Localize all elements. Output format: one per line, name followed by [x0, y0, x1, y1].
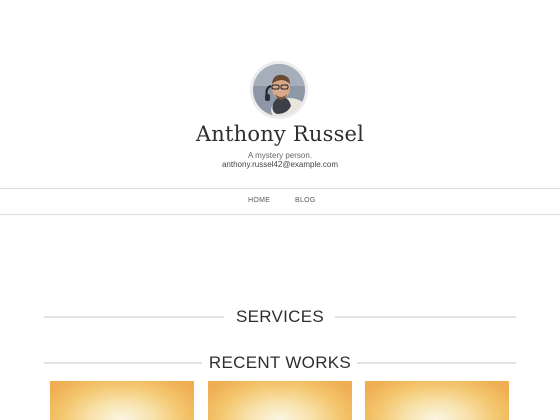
- profile-name: Anthony Russel: [195, 122, 365, 146]
- services-heading: SERVICES: [44, 305, 516, 329]
- work-thumbnail[interactable]: [50, 381, 194, 420]
- profile-email: anthony.russel42@example.com: [221, 160, 339, 169]
- divider-right: [357, 362, 516, 364]
- profile-header: Anthony Russel A mystery person. anthony…: [0, 0, 560, 188]
- work-thumbnail[interactable]: [365, 381, 509, 420]
- avatar-photo: [253, 64, 305, 116]
- recent-works-heading: RECENT WORKS: [44, 351, 516, 375]
- main-nav: HOME BLOG: [0, 188, 560, 215]
- nav-item-blog[interactable]: BLOG: [295, 197, 316, 204]
- divider-right: [335, 316, 516, 318]
- work-thumbnail[interactable]: [208, 381, 352, 420]
- nav-item-home[interactable]: HOME: [248, 197, 270, 204]
- avatar: [250, 61, 308, 119]
